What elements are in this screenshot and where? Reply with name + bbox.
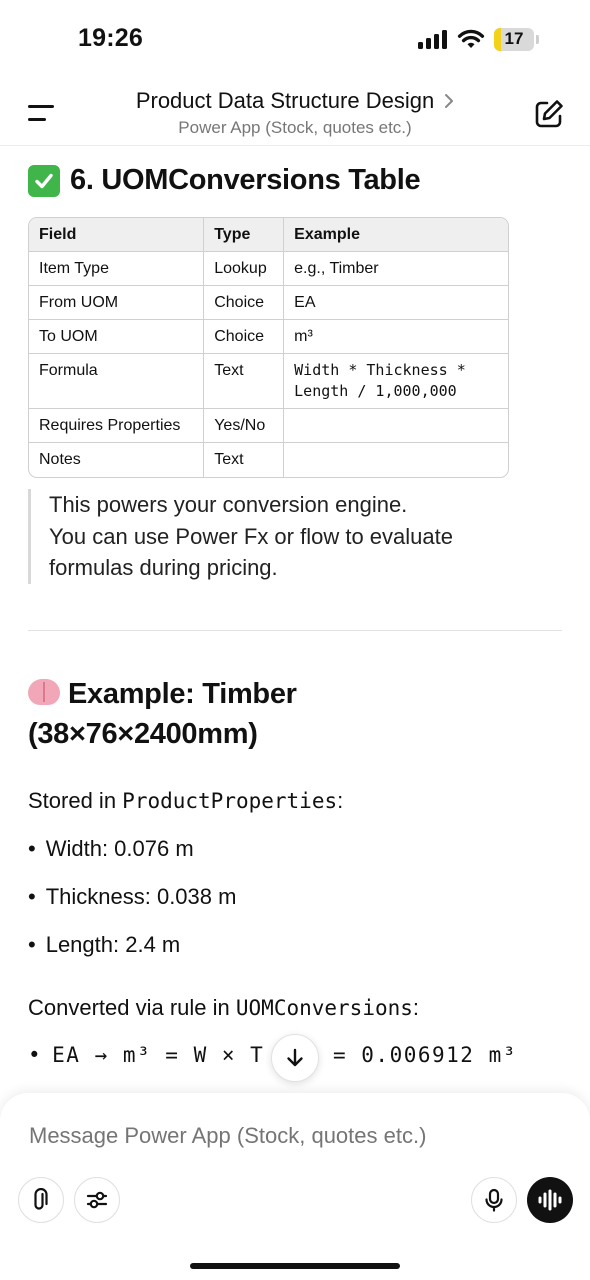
example-heading-line1: Example: Timber <box>68 678 297 710</box>
sliders-icon <box>86 1191 108 1209</box>
brain-icon <box>28 679 60 705</box>
wifi-icon <box>457 29 485 48</box>
status-bar: 19:26 17 <box>0 0 590 80</box>
list-item-text: Thickness: 0.038 m <box>45 884 237 909</box>
quote-line: This powers your conversion engine. <box>49 492 408 517</box>
bullet-dot: • <box>28 1043 43 1067</box>
table-row: To UOM Choice m³ <box>29 320 508 354</box>
table-cell: Formula <box>29 354 204 409</box>
table-cell-code: Width * Thickness * Length / 1,000,000 <box>283 354 508 409</box>
list-item-text: Width: 0.076 m <box>45 836 194 861</box>
table-cell: Item Type <box>29 252 204 286</box>
table-cell <box>283 409 508 443</box>
table-row: Notes Text <box>29 443 508 477</box>
list-item: • Length: 2.4 m <box>28 932 180 958</box>
bullet-dot: • <box>28 884 36 909</box>
microphone-icon <box>485 1188 503 1212</box>
table-row: Formula Text Width * Thickness * Length … <box>29 354 508 409</box>
tools-button[interactable] <box>74 1177 120 1223</box>
voice-mode-icon <box>538 1189 562 1211</box>
table-cell: m³ <box>283 320 508 354</box>
list-item-text: Length: 2.4 m <box>45 932 181 957</box>
table-row: Item Type Lookup e.g., Timber <box>29 252 508 286</box>
chat-content[interactable]: 6. UOMConversions Table Field Type Examp… <box>0 146 590 1092</box>
menu-icon[interactable] <box>28 105 56 123</box>
converted-suffix: : <box>412 995 420 1020</box>
scroll-to-bottom-button[interactable] <box>271 1034 319 1082</box>
battery-icon: 17 <box>494 28 534 51</box>
battery-tip <box>536 35 539 44</box>
table-row: From UOM Choice EA <box>29 286 508 320</box>
conversation-title-text: Product Data Structure Design <box>135 88 435 113</box>
section-heading-text: 6. UOMConversions Table <box>70 164 421 196</box>
table-cell: Requires Properties <box>29 409 204 443</box>
table-cell: EA <box>283 286 508 320</box>
cellular-signal-icon <box>418 30 447 49</box>
chat-header: Product Data Structure Design Power App … <box>0 80 590 146</box>
table-cell: Text <box>203 354 284 409</box>
check-mark-icon <box>28 164 60 197</box>
table-cell <box>283 443 508 477</box>
microphone-button[interactable] <box>471 1177 517 1223</box>
stored-in-paragraph: Stored in ProductProperties: <box>28 788 343 814</box>
column-header: Field <box>29 218 204 252</box>
table-cell: Choice <box>203 286 284 320</box>
voice-mode-button[interactable] <box>527 1177 573 1223</box>
section-heading-uomconversions: 6. UOMConversions Table <box>28 164 421 197</box>
list-item: • Width: 0.076 m <box>28 836 194 862</box>
formula-result: = 0.006912 m³ <box>333 1043 517 1067</box>
uom-conversions-table: Field Type Example Item Type Lookup e.g.… <box>28 217 509 478</box>
table-cell: Text <box>203 443 283 477</box>
quote-line: You can use Power Fx or flow to evaluate <box>49 523 453 549</box>
bullet-dot: • <box>28 932 36 957</box>
converted-prefix: Converted via rule in <box>28 995 236 1020</box>
message-composer <box>0 1093 590 1280</box>
chevron-right-icon <box>445 94 454 108</box>
table-cell: Notes <box>39 451 81 468</box>
attach-button[interactable] <box>18 1177 64 1223</box>
inline-code: UOMConversions <box>235 996 413 1020</box>
battery-level: 17 <box>504 29 524 48</box>
list-item: • Thickness: 0.038 m <box>28 884 236 910</box>
column-header: Example <box>283 218 508 252</box>
arrow-down-icon <box>287 1048 303 1067</box>
quote-line: formulas during pricing. <box>49 555 278 580</box>
table-cell: From UOM <box>29 286 204 320</box>
example-heading-line2: (38×76×2400mm) <box>28 718 258 750</box>
column-header: Type <box>203 218 284 252</box>
inline-code: ProductProperties <box>122 789 338 813</box>
bullet-dot: • <box>28 836 36 861</box>
divider <box>28 630 562 631</box>
list-item-formula: • EA → m³ = W × T <box>28 1043 264 1067</box>
conversation-title-block[interactable]: Product Data Structure Design Power App … <box>100 88 490 138</box>
formula-left: EA → m³ = W × T <box>52 1043 265 1067</box>
formula-right: = 0.006912 m³ <box>333 1043 517 1067</box>
paperclip-icon <box>34 1188 48 1210</box>
new-chat-icon[interactable] <box>533 98 565 130</box>
home-indicator <box>190 1263 400 1269</box>
conversation-subtitle: Power App (Stock, quotes etc.) <box>178 118 412 137</box>
table-row: Requires Properties Yes/No <box>29 409 508 443</box>
table-cell: Yes/No <box>203 409 284 443</box>
message-input[interactable] <box>29 1123 549 1149</box>
table-cell: Choice <box>203 320 284 354</box>
table-cell: To UOM <box>29 320 204 354</box>
table-cell: Lookup <box>203 252 284 286</box>
table-cell: e.g., Timber <box>283 252 508 286</box>
section-heading-example: Example: Timber (38×76×2400mm) <box>28 674 548 754</box>
converted-paragraph: Converted via rule in UOMConversions: <box>28 995 419 1021</box>
stored-in-prefix: Stored in <box>28 788 123 813</box>
table-header-row: Field Type Example <box>29 218 508 252</box>
stored-in-suffix: : <box>337 788 344 813</box>
status-time: 19:26 <box>78 24 143 52</box>
blockquote: This powers your conversion engine. You … <box>28 489 548 584</box>
conversation-title[interactable]: Product Data Structure Design <box>136 88 454 114</box>
